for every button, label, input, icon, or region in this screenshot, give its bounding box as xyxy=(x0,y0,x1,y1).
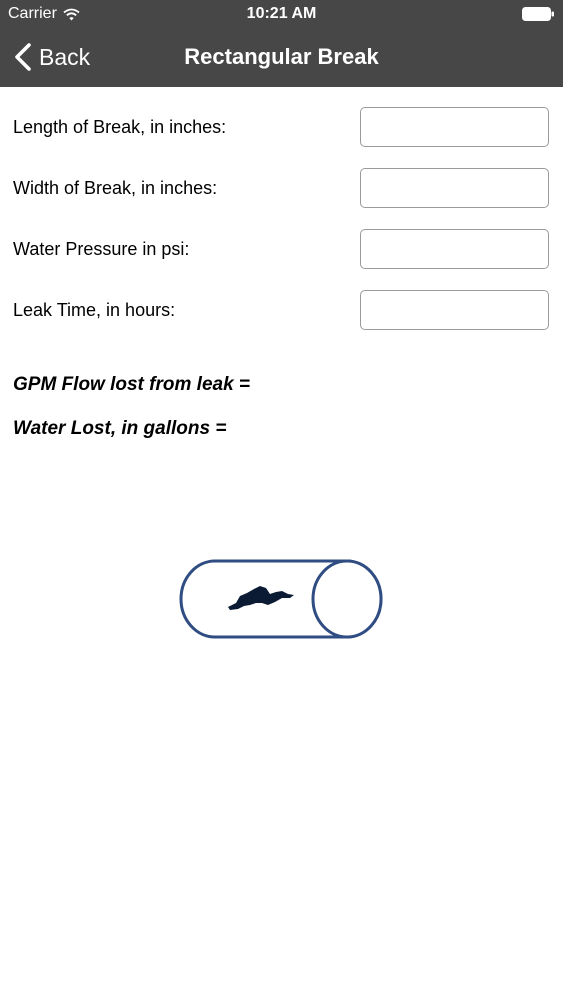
leak-time-field-row: Leak Time, in hours: xyxy=(0,290,563,330)
navigation-bar: Carrier 10:21 AM Back Rectangular Break xyxy=(0,0,563,87)
width-field-row: Width of Break, in inches: xyxy=(0,168,563,208)
leak-time-label: Leak Time, in hours: xyxy=(13,300,176,320)
leak-time-input[interactable] xyxy=(360,290,549,330)
length-input[interactable] xyxy=(360,107,549,147)
water-lost-result: Water Lost, in gallons = xyxy=(13,418,227,439)
pressure-label: Water Pressure in psi: xyxy=(13,239,190,259)
status-time: 10:21 AM xyxy=(246,5,317,22)
width-input[interactable] xyxy=(360,168,549,208)
page-title: Rectangular Break xyxy=(184,44,379,69)
gpm-flow-result: GPM Flow lost from leak = xyxy=(13,374,251,395)
battery-icon xyxy=(522,7,554,21)
length-field-row: Length of Break, in inches: xyxy=(0,107,563,147)
length-label: Length of Break, in inches: xyxy=(13,117,227,137)
pipe-leak-illustration xyxy=(179,559,383,639)
pressure-field-row: Water Pressure in psi: xyxy=(0,229,563,269)
width-label: Width of Break, in inches: xyxy=(13,178,218,198)
pressure-input[interactable] xyxy=(360,229,549,269)
